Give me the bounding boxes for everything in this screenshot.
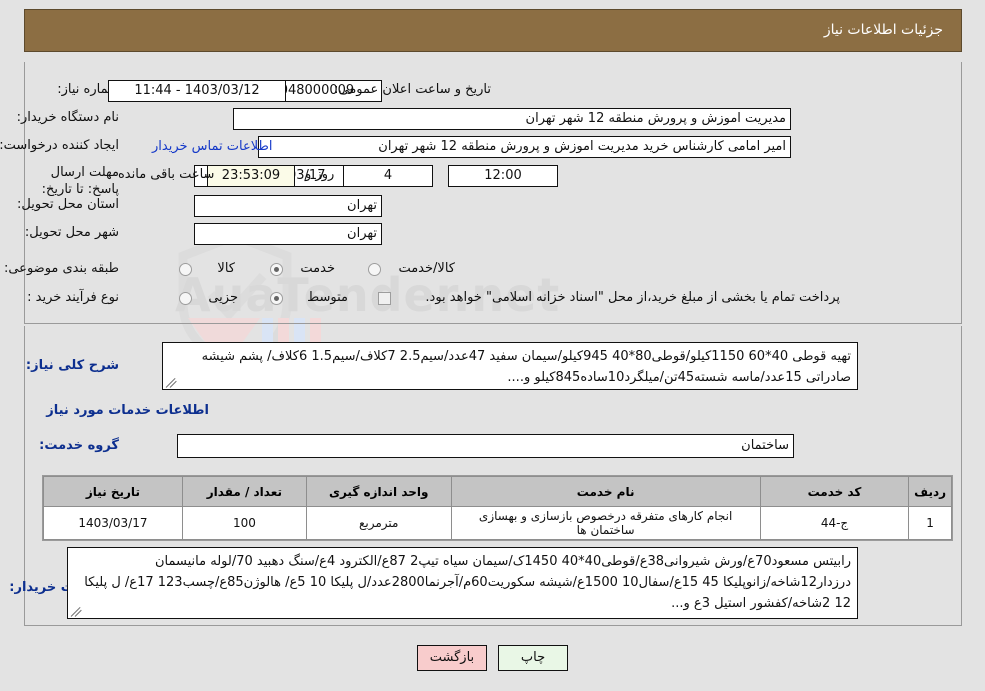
treasury-bond-note: پرداخت تمام یا بخشی از مبلغ خرید،از محل …: [425, 290, 840, 305]
deadline-time: 12:00: [448, 165, 558, 187]
col-unit: واحد اندازه گیری: [305, 476, 452, 507]
buyer-notes-textarea[interactable]: رابیتس مسعود70ع/ورش شیروانی38ع/قوطی40*40…: [67, 547, 858, 619]
category-option-khedmat-label: خدمت: [300, 261, 335, 276]
province-value: تهران: [194, 195, 382, 217]
service-group-value: ساختمان: [177, 434, 794, 458]
back-button[interactable]: بازگشت: [416, 645, 487, 671]
description-textarea[interactable]: تهیه قوطی 40*60 1150کیلو/قوطی80*40 945کی…: [162, 342, 858, 390]
col-code: کد خدمت: [759, 476, 910, 507]
cell-name: انجام کارهای متفرقه درخصوص بازسازی و بهس…: [450, 506, 761, 540]
print-button[interactable]: چاپ: [498, 645, 569, 671]
col-row: ردیف: [908, 476, 952, 507]
buyer-org-label: نام دستگاه خریدار:: [16, 110, 119, 125]
category-label: طبقه بندی موضوعی:: [3, 261, 119, 276]
page-root: AuaTender.net جزئیات اطلاعات نیاز شماره …: [0, 0, 985, 691]
col-name: نام خدمت: [450, 476, 761, 507]
announce-datetime-label: تاریخ و ساعت اعلان عمومی:: [334, 82, 491, 97]
category-option-kala-label: کالا: [217, 261, 235, 276]
resize-grip-icon-2[interactable]: [70, 605, 83, 617]
radio-process-motevaset[interactable]: [270, 292, 283, 305]
buyer-org-value: مدیریت اموزش و پرورش منطقه 12 شهر تهران: [233, 108, 791, 130]
remaining-time: 23:53:09: [207, 165, 295, 187]
category-option-kala-khedmat-label: کالا/خدمت: [398, 261, 455, 276]
service-group-label: گروه خدمت:: [39, 438, 119, 453]
cell-row: 1: [908, 506, 952, 540]
cell-unit: مترمربع: [305, 506, 452, 540]
announce-datetime-value: 1403/03/12 - 11:44: [108, 80, 286, 102]
page-header: جزئیات اطلاعات نیاز: [24, 9, 962, 52]
radio-category-kala-khedmat[interactable]: [368, 263, 381, 276]
radio-process-jozei[interactable]: [179, 292, 192, 305]
col-qty: تعداد / مقدار: [181, 476, 307, 507]
buyer-contact-link[interactable]: اطلاعات تماس خریدار: [152, 139, 272, 154]
requester-value: امیر امامی کارشناس خرید مدیریت اموزش و پ…: [258, 136, 791, 158]
services-table: ردیف کد خدمت نام خدمت واحد اندازه گیری ت…: [42, 475, 953, 541]
buyer-notes-text: رابیتس مسعود70ع/ورش شیروانی38ع/قوطی40*40…: [84, 554, 851, 611]
process-option-jozei-label: جزیی: [208, 290, 238, 305]
table-header-row: ردیف کد خدمت نام خدمت واحد اندازه گیری ت…: [43, 476, 952, 507]
city-label: شهر محل تحویل:: [24, 225, 119, 240]
process-option-motevaset-label: متوسط: [307, 290, 348, 305]
cell-date: 1403/03/17: [43, 506, 183, 540]
services-section-title: اطلاعات خدمات مورد نیاز: [46, 403, 209, 418]
city-value: تهران: [194, 223, 382, 245]
table-row: 1 ج-44 انجام کارهای متفرقه درخصوص بازساز…: [43, 506, 952, 540]
cell-code: ج-44: [759, 506, 910, 540]
description-text: تهیه قوطی 40*60 1150کیلو/قوطی80*40 945کی…: [201, 349, 851, 385]
treasury-bond-checkbox[interactable]: [378, 292, 391, 305]
radio-category-kala[interactable]: [179, 263, 192, 276]
description-label: شرح کلی نیاز:: [25, 358, 119, 373]
page-title: جزئیات اطلاعات نیاز: [823, 22, 943, 38]
requester-label: ایجاد کننده درخواست:: [0, 138, 119, 153]
radio-category-khedmat[interactable]: [270, 263, 283, 276]
col-date: تاریخ نیاز: [43, 476, 183, 507]
remaining-suffix-label: ساعت باقی مانده: [118, 167, 215, 182]
province-label: استان محل تحویل:: [17, 197, 119, 212]
process-label: نوع فرآیند خرید :: [27, 290, 119, 305]
days-and-label: روز و: [305, 167, 335, 182]
deadline-label: مهلت ارسال پاسخ: تا تاریخ:: [41, 165, 119, 197]
remaining-days: 4: [343, 165, 433, 187]
resize-grip-icon[interactable]: [165, 376, 178, 388]
cell-qty: 100: [181, 506, 307, 540]
button-bar: بازگشت چاپ: [0, 645, 985, 671]
